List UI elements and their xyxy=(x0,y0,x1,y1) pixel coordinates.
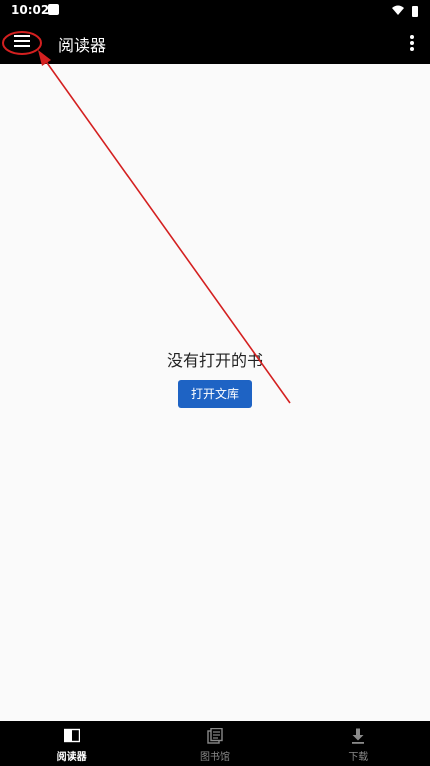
status-time: 10:02 xyxy=(11,3,50,17)
open-library-button[interactable]: 打开文库 xyxy=(178,380,252,408)
menu-button[interactable] xyxy=(7,26,37,56)
download-icon xyxy=(352,728,365,744)
empty-state-message: 没有打开的书 xyxy=(166,351,263,370)
wifi-icon xyxy=(392,5,404,15)
battery-icon xyxy=(412,6,418,17)
nav-item-library[interactable]: 图书馆 xyxy=(143,721,286,766)
nav-label-download: 下载 xyxy=(348,752,369,763)
nav-item-reader[interactable]: 阅读器 xyxy=(0,721,143,766)
bottom-navigation: 阅读器 图书馆 下载 xyxy=(0,721,430,766)
notification-icon xyxy=(48,4,59,15)
app-bar: 阅读器 xyxy=(0,22,430,64)
status-icons xyxy=(392,5,418,17)
reader-icon xyxy=(63,728,80,743)
nav-item-download[interactable]: 下载 xyxy=(287,721,430,766)
library-icon xyxy=(207,728,223,744)
nav-label-library: 图书馆 xyxy=(199,752,230,763)
nav-label-reader: 阅读器 xyxy=(56,752,87,763)
page-title: 阅读器 xyxy=(58,36,107,55)
status-bar: 10:02 xyxy=(0,0,430,22)
more-options-button[interactable] xyxy=(402,31,422,53)
